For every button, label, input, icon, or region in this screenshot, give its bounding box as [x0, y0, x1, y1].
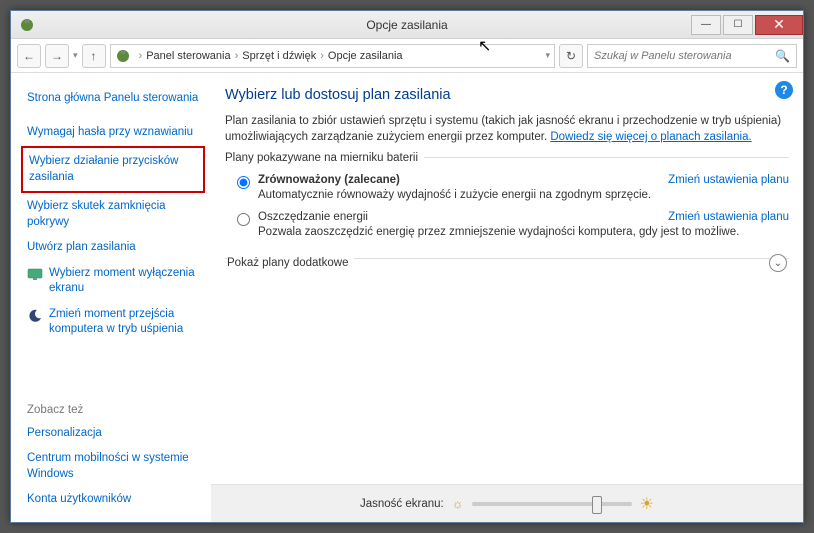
power-plan-saver: Oszczędzanie energii Zmień ustawienia pl… — [237, 211, 789, 238]
change-plan-settings-link[interactable]: Zmień ustawienia planu — [668, 211, 789, 223]
app-icon — [19, 17, 35, 33]
sidebar-item-require-password[interactable]: Wymagaj hasła przy wznawianiu — [27, 121, 199, 145]
sun-bright-icon: ☀ — [640, 494, 654, 514]
sidebar-item-sleep[interactable]: Zmień moment przejścia komputera w tryb … — [27, 303, 199, 342]
power-plan-balanced: Zrównoważony (zalecane) Zmień ustawienia… — [237, 174, 789, 201]
sun-dim-icon: ☼ — [452, 496, 464, 511]
plan-desc: Automatycznie równoważy wydajność i zuży… — [258, 189, 789, 201]
plan-name: Zrównoważony (zalecane) — [258, 174, 400, 186]
sidebar-item-display-off[interactable]: Wybierz moment wyłączenia ekranu — [27, 262, 199, 301]
minimize-button[interactable]: — — [691, 15, 721, 35]
breadcrumb-dropdown-icon[interactable]: ▾ — [545, 50, 550, 61]
sidebar-home-link[interactable]: Strona główna Panelu sterowania — [27, 87, 199, 111]
plans-groupbox: Plany pokazywane na mierniku baterii Zró… — [225, 157, 789, 248]
up-button[interactable]: ↑ — [82, 44, 106, 68]
page-title: Wybierz lub dostosuj plan zasilania — [225, 87, 789, 103]
change-plan-settings-link[interactable]: Zmień ustawienia planu — [668, 174, 789, 186]
brightness-bar: Jasność ekranu: ☼ ☀ — [211, 484, 803, 522]
sidebar-seealso-accounts[interactable]: Konta użytkowników — [27, 488, 199, 512]
window-title: Opcje zasilania — [366, 18, 447, 32]
brightness-slider[interactable] — [472, 502, 632, 506]
history-dropdown-icon[interactable]: ▾ — [73, 50, 78, 61]
plan-radio-saver[interactable] — [237, 213, 250, 226]
sidebar-seealso-personalization[interactable]: Personalizacja — [27, 422, 199, 446]
forward-button[interactable]: → — [45, 44, 69, 68]
sidebar: Strona główna Panelu sterowania Wymagaj … — [11, 73, 211, 522]
help-icon[interactable]: ? — [775, 81, 793, 99]
breadcrumb-item[interactable]: Sprzęt i dźwięk — [242, 50, 316, 62]
learn-more-link[interactable]: Dowiedz się więcej o planach zasilania. — [550, 131, 751, 143]
chevron-right-icon: › — [139, 50, 143, 62]
breadcrumb[interactable]: › Panel sterowania › Sprzęt i dźwięk › O… — [110, 44, 555, 68]
sidebar-item-power-buttons[interactable]: Wybierz działanie przycisków zasilania — [21, 146, 205, 193]
search-input[interactable] — [594, 50, 775, 62]
search-box[interactable]: 🔍 — [587, 44, 797, 68]
show-additional-plans-toggle[interactable]: Pokaż plany dodatkowe ⌄ — [225, 258, 789, 285]
page-description: Plan zasilania to zbiór ustawień sprzętu… — [225, 113, 789, 145]
breadcrumb-icon — [115, 48, 131, 64]
monitor-icon — [27, 267, 43, 283]
sidebar-item-lid-close[interactable]: Wybierz skutek zamknięcia pokrywy — [27, 195, 199, 234]
sidebar-seealso-mobility[interactable]: Centrum mobilności w systemie Windows — [27, 447, 199, 486]
maximize-button[interactable]: ☐ — [723, 15, 753, 35]
plan-name: Oszczędzanie energii — [258, 211, 368, 223]
power-options-window: ↖ Opcje zasilania — ☐ ✕ ← → ▾ ↑ › Panel … — [10, 10, 804, 523]
moon-icon — [27, 308, 43, 324]
navbar: ← → ▾ ↑ › Panel sterowania › Sprzęt i dź… — [11, 39, 803, 73]
plan-desc: Pozwala zaoszczędzić energię przez zmnie… — [258, 226, 789, 238]
groupbox-label: Plany pokazywane na mierniku baterii — [225, 152, 424, 164]
titlebar: Opcje zasilania — ☐ ✕ — [11, 11, 803, 39]
breadcrumb-item[interactable]: Panel sterowania — [146, 50, 230, 62]
slider-thumb[interactable] — [592, 496, 602, 514]
main-panel: ? Wybierz lub dostosuj plan zasilania Pl… — [211, 73, 803, 522]
chevron-right-icon: › — [235, 50, 239, 62]
breadcrumb-item[interactable]: Opcje zasilania — [328, 50, 403, 62]
back-button[interactable]: ← — [17, 44, 41, 68]
chevron-down-icon: ⌄ — [769, 254, 787, 272]
close-button[interactable]: ✕ — [755, 15, 803, 35]
plan-radio-balanced[interactable] — [237, 176, 250, 189]
search-icon[interactable]: 🔍 — [775, 49, 790, 63]
brightness-label: Jasność ekranu: — [360, 498, 444, 510]
refresh-button[interactable]: ↻ — [559, 44, 583, 68]
content-area: Strona główna Panelu sterowania Wymagaj … — [11, 73, 803, 522]
chevron-right-icon: › — [320, 50, 324, 62]
sidebar-item-create-plan[interactable]: Utwórz plan zasilania — [27, 236, 199, 260]
sidebar-seealso-header: Zobacz też — [27, 404, 199, 416]
